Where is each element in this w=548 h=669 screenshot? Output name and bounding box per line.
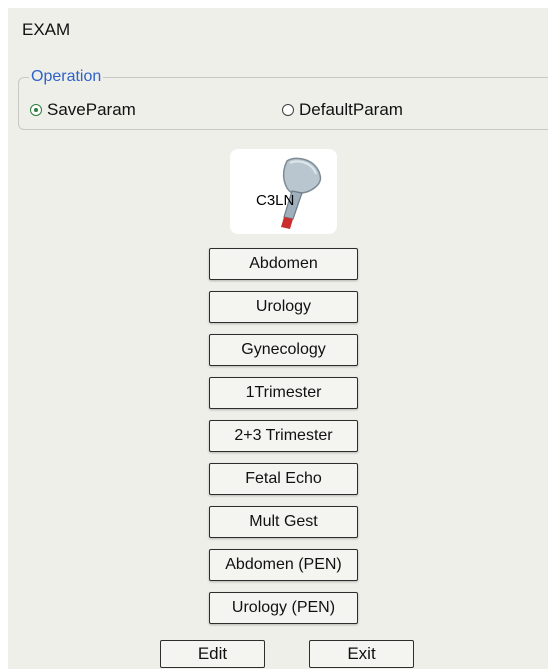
defaultparam-radio[interactable]: DefaultParam [282, 100, 403, 120]
radio-checked-icon [30, 104, 42, 116]
preset-2-3-trimester-button[interactable]: 2+3 Trimester [209, 420, 358, 452]
preset-abdomen-pen-button[interactable]: Abdomen (PEN) [209, 549, 358, 581]
page-title: EXAM [22, 20, 71, 39]
preset-mult-gest-button[interactable]: Mult Gest [209, 506, 358, 538]
operation-legend: Operation [31, 68, 102, 85]
preset-abdomen-button[interactable]: Abdomen [209, 248, 358, 280]
preset-urology-pen-button[interactable]: Urology (PEN) [209, 592, 358, 624]
probe-name: C3LN [256, 192, 295, 209]
operation-group: Operation [18, 68, 548, 130]
radio-unchecked-icon [282, 104, 294, 116]
exit-button[interactable]: Exit [309, 640, 414, 668]
saveparam-radio[interactable]: SaveParam [30, 100, 136, 120]
edit-button[interactable]: Edit [160, 640, 265, 668]
preset-gynecology-button[interactable]: Gynecology [209, 334, 358, 366]
preset-fetal-echo-button[interactable]: Fetal Echo [209, 463, 358, 495]
probe-selector[interactable]: C3LN [230, 149, 337, 234]
preset-urology-button[interactable]: Urology [209, 291, 358, 323]
saveparam-label: SaveParam [47, 100, 136, 119]
preset-1trimester-button[interactable]: 1Trimester [209, 377, 358, 409]
defaultparam-label: DefaultParam [299, 100, 403, 119]
